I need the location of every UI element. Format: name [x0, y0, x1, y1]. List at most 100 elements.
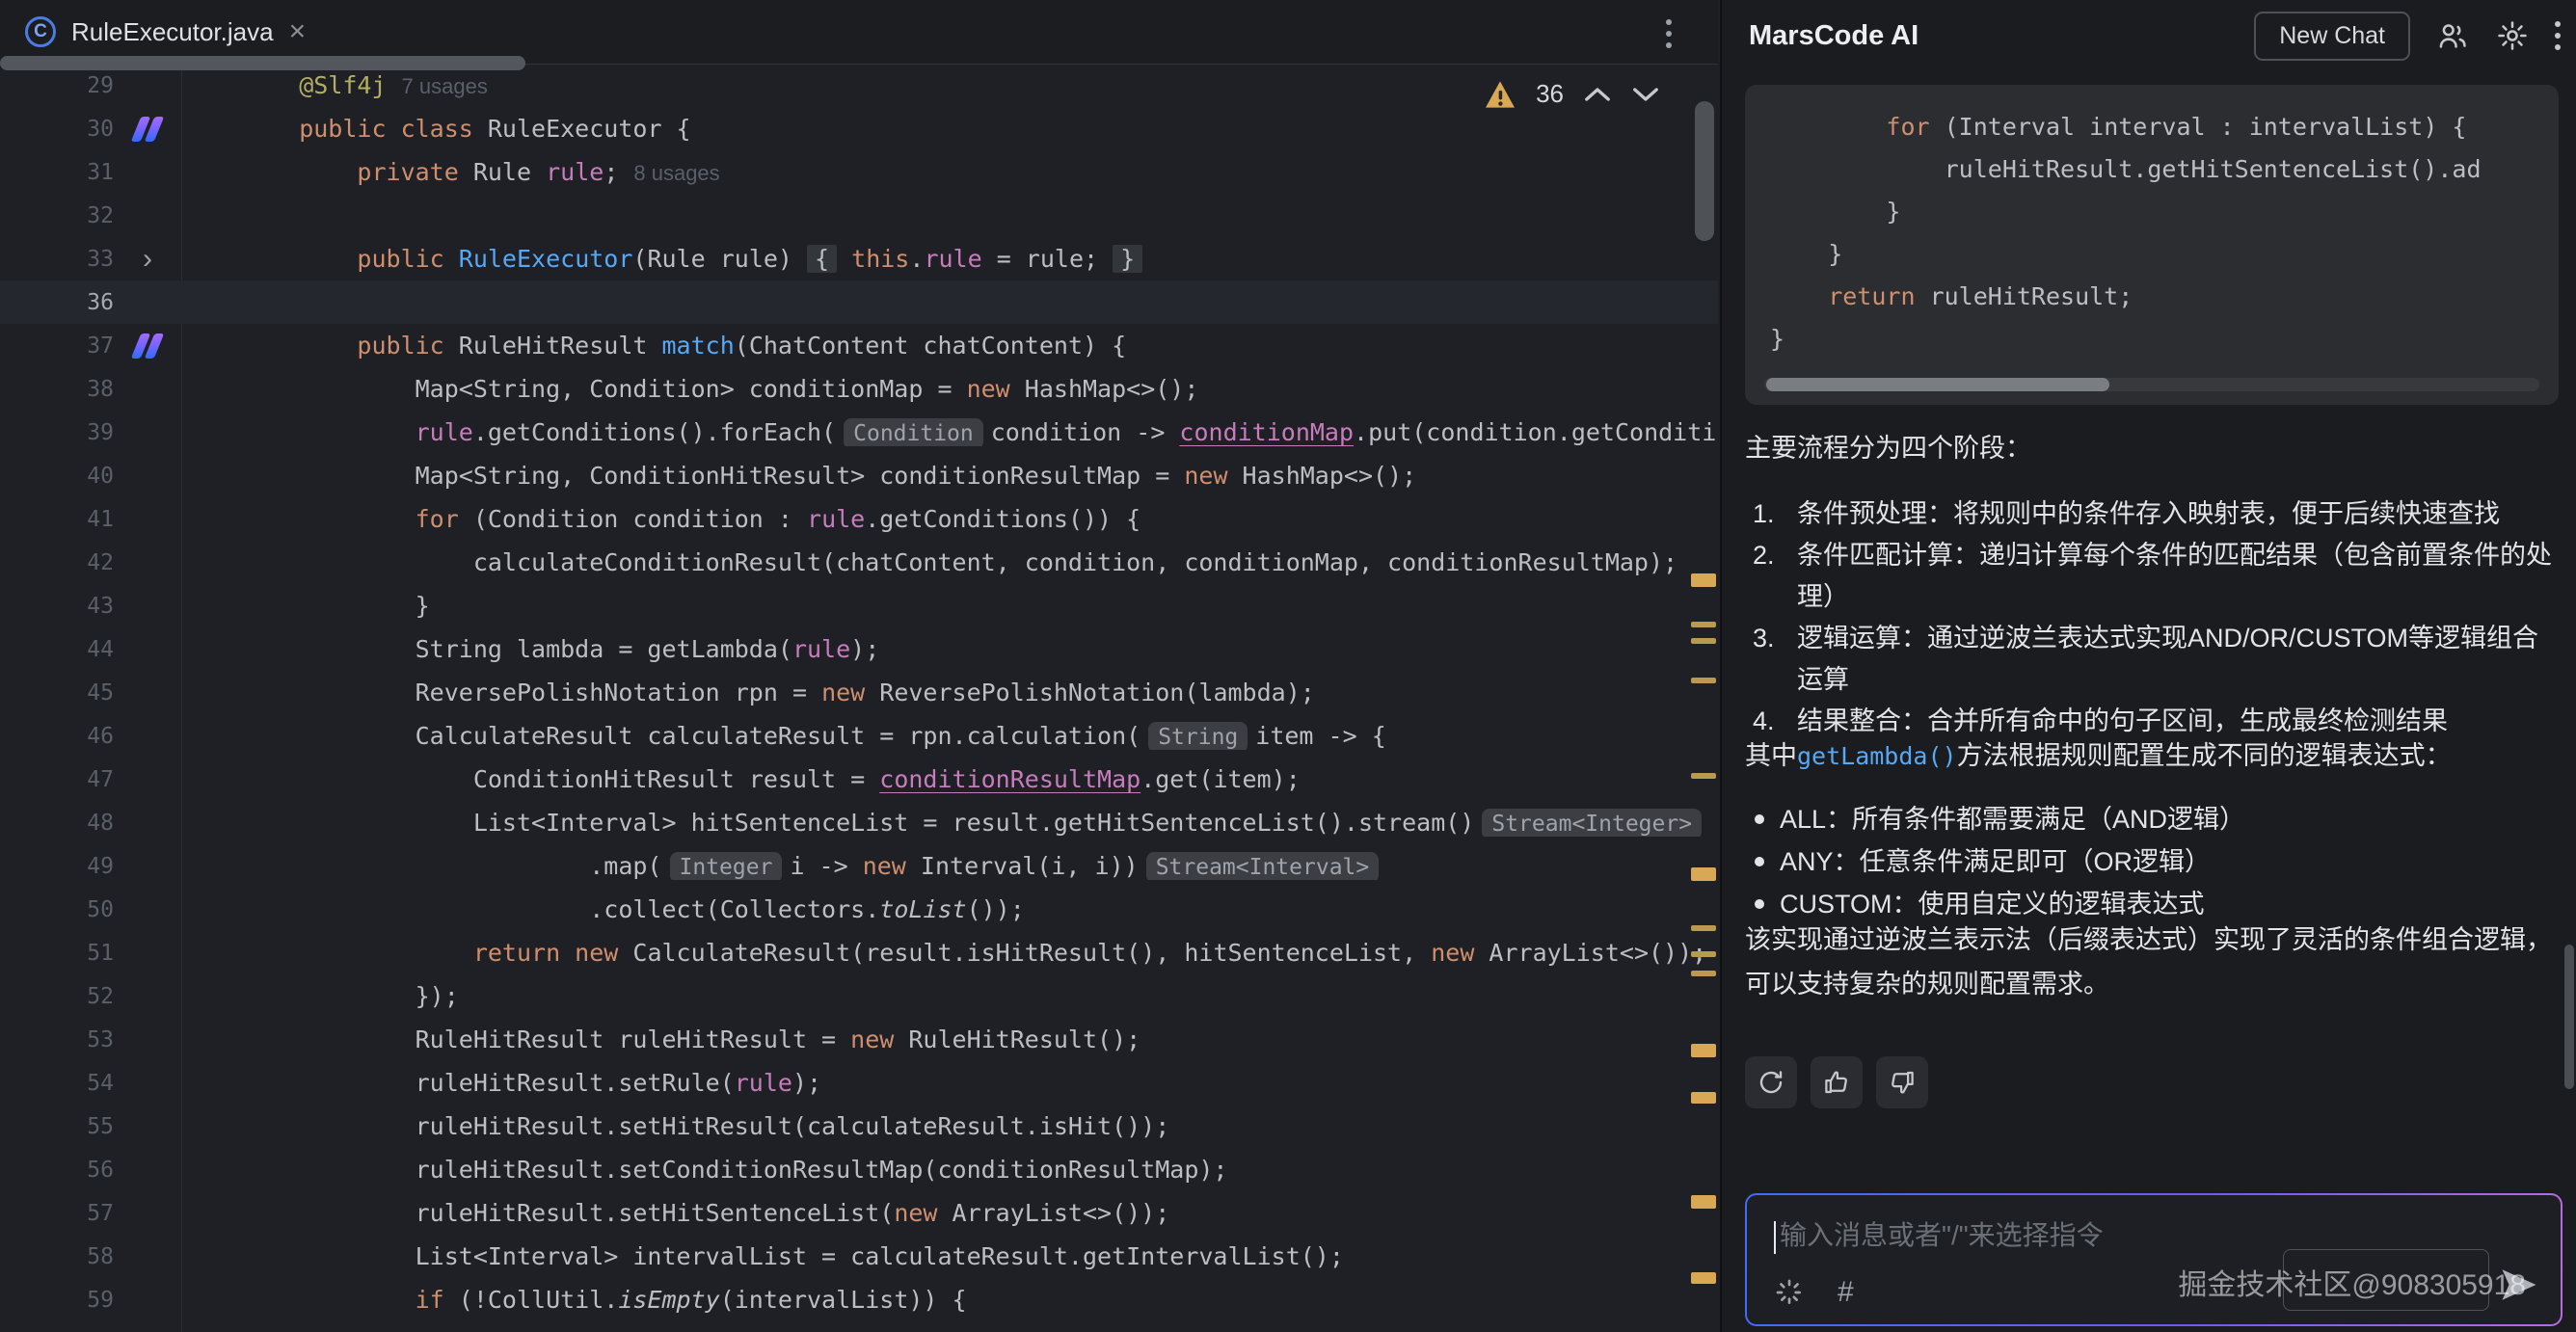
commands-spark-icon[interactable] [1774, 1277, 1805, 1308]
code-line: 45 ReversePolishNotation rpn = new Rever… [0, 671, 1718, 714]
line-number[interactable]: 59 [0, 1288, 114, 1313]
line-number[interactable]: 56 [0, 1158, 114, 1183]
gutter-spacer [114, 1191, 181, 1235]
lambda-mode-item: ANY：任意条件满足即可（OR逻辑） [1745, 840, 2561, 883]
panel-scrollbar[interactable] [2564, 945, 2574, 1089]
warning-stripe[interactable] [1691, 678, 1716, 683]
warning-stripe[interactable] [1691, 573, 1716, 587]
code-line: 31 private Rule rule;8 usages [0, 150, 1718, 194]
ai-code-line: } [1770, 318, 2559, 360]
warning-stripe[interactable] [1691, 1272, 1716, 1284]
gutter-spacer [114, 584, 181, 627]
warning-stripe[interactable] [1691, 951, 1716, 957]
get-lambda-code-ref[interactable]: getLambda() [1797, 742, 1957, 770]
gutter-spacer [114, 844, 181, 888]
line-number[interactable]: 31 [0, 160, 114, 185]
tab-rule-executor[interactable]: C RuleExecutor.java × [0, 0, 335, 64]
warning-stripe[interactable] [1691, 622, 1716, 627]
line-number[interactable]: 38 [0, 377, 114, 402]
warning-stripe[interactable] [1691, 638, 1716, 644]
gutter-spacer [114, 627, 181, 671]
flow-step: 3.逻辑运算：通过逆波兰表达式实现AND/OR/CUSTOM等逻辑组合运算 [1745, 618, 2561, 701]
line-number[interactable]: 57 [0, 1201, 114, 1226]
panel-title: MarsCode AI [1749, 20, 1919, 52]
marscode-gutter-icon[interactable] [114, 324, 181, 367]
line-number[interactable]: 43 [0, 594, 114, 619]
line-number[interactable]: 47 [0, 767, 114, 792]
gutter-spacer [114, 1018, 181, 1061]
code-line: 58 List<Interval> intervalList = calcula… [0, 1235, 1718, 1278]
panel-header: MarsCode AI New Chat [1722, 0, 2576, 71]
gutter-spacer [114, 1321, 181, 1332]
editor-vertical-scrollbar[interactable] [1695, 101, 1714, 241]
line-number[interactable]: 32 [0, 203, 114, 228]
warning-stripe[interactable] [1691, 1092, 1716, 1104]
line-number[interactable]: 52 [0, 984, 114, 1009]
line-number[interactable]: 29 [0, 73, 114, 98]
prev-warning-icon[interactable] [1583, 85, 1612, 104]
inspections-widget[interactable]: 36 [1484, 79, 1660, 109]
thumbs-down-icon [1888, 1068, 1917, 1097]
regenerate-button[interactable] [1745, 1056, 1797, 1108]
marscode-gutter-icon[interactable] [114, 107, 181, 150]
line-number[interactable]: 48 [0, 811, 114, 836]
new-chat-button[interactable]: New Chat [2254, 12, 2410, 61]
line-number[interactable]: 51 [0, 941, 114, 966]
warning-stripe[interactable] [1691, 773, 1716, 779]
gutter-spacer [114, 367, 181, 411]
lambda-explainer: 其中getLambda()方法根据规则配置生成不同的逻辑表达式： [1745, 734, 2561, 778]
line-number[interactable]: 50 [0, 897, 114, 922]
line-number[interactable]: 39 [0, 420, 114, 445]
line-number[interactable]: 30 [0, 117, 114, 142]
code-line: 44 String lambda = getLambda(rule); [0, 627, 1718, 671]
editor-kebab-menu-icon[interactable] [1660, 13, 1677, 54]
gutter-spacer [114, 714, 181, 758]
code-line: 42 calculateConditionResult(chatContent,… [0, 541, 1718, 584]
gutter-spacer [114, 1105, 181, 1148]
line-number[interactable]: 42 [0, 550, 114, 575]
code-line: 59 if (!CollUtil.isEmpty(intervalList)) … [0, 1278, 1718, 1321]
code-line: 39 rule.getConditions().forEach(Conditio… [0, 411, 1718, 454]
code-block-scrollbar[interactable] [1766, 378, 2109, 391]
tab-close-icon[interactable]: × [289, 17, 307, 46]
code-line: 36 [0, 280, 1718, 324]
lambda-modes-list: ALL：所有条件都需要满足（AND逻辑）ANY：任意条件满足即可（OR逻辑）CU… [1745, 798, 2561, 925]
line-number[interactable]: 45 [0, 680, 114, 706]
settings-gear-icon[interactable] [2495, 18, 2530, 53]
line-number[interactable]: 54 [0, 1071, 114, 1096]
chat-input[interactable]: 输入消息或者"/"来选择指令 # 掘金技术社区@908305918 [1747, 1195, 2561, 1324]
thumbs-down-button[interactable] [1876, 1056, 1928, 1108]
warning-stripe[interactable] [1691, 867, 1716, 881]
line-number[interactable]: 53 [0, 1027, 114, 1052]
refresh-icon [1757, 1068, 1785, 1097]
line-number[interactable]: 36 [0, 290, 114, 315]
gutter-spacer [114, 497, 181, 541]
line-number[interactable]: 33 [0, 247, 114, 272]
users-icon[interactable] [2435, 18, 2470, 53]
lambda-mode-item: ALL：所有条件都需要满足（AND逻辑） [1745, 798, 2561, 840]
panel-kebab-menu-icon[interactable] [2555, 21, 2561, 50]
line-number[interactable]: 37 [0, 333, 114, 359]
editor-horizontal-scrollbar[interactable] [0, 56, 525, 70]
line-number[interactable]: 58 [0, 1244, 114, 1269]
line-number[interactable]: 41 [0, 507, 114, 532]
ai-code-line: } [1770, 191, 2559, 233]
tab-title: RuleExecutor.java [71, 17, 274, 47]
context-hash-icon[interactable]: # [1838, 1276, 1854, 1309]
gutter-spacer [114, 888, 181, 931]
next-warning-icon[interactable] [1631, 85, 1660, 104]
flow-step: 1.条件预处理：将规则中的条件存入映射表，便于后续快速查找 [1745, 493, 2561, 535]
warning-stripe[interactable] [1691, 925, 1716, 931]
thumbs-up-button[interactable] [1811, 1056, 1863, 1108]
warning-stripe[interactable] [1691, 971, 1716, 976]
warning-stripe[interactable] [1691, 1044, 1716, 1057]
line-number[interactable]: 55 [0, 1114, 114, 1139]
line-number[interactable]: 49 [0, 854, 114, 879]
line-number[interactable]: 46 [0, 724, 114, 749]
line-number[interactable]: 44 [0, 637, 114, 662]
warning-stripe[interactable] [1691, 1195, 1716, 1209]
fold-arrow-icon[interactable]: › [114, 237, 181, 280]
line-number[interactable]: 40 [0, 464, 114, 489]
gutter-spacer [114, 974, 181, 1018]
code-line: 43 } [0, 584, 1718, 627]
